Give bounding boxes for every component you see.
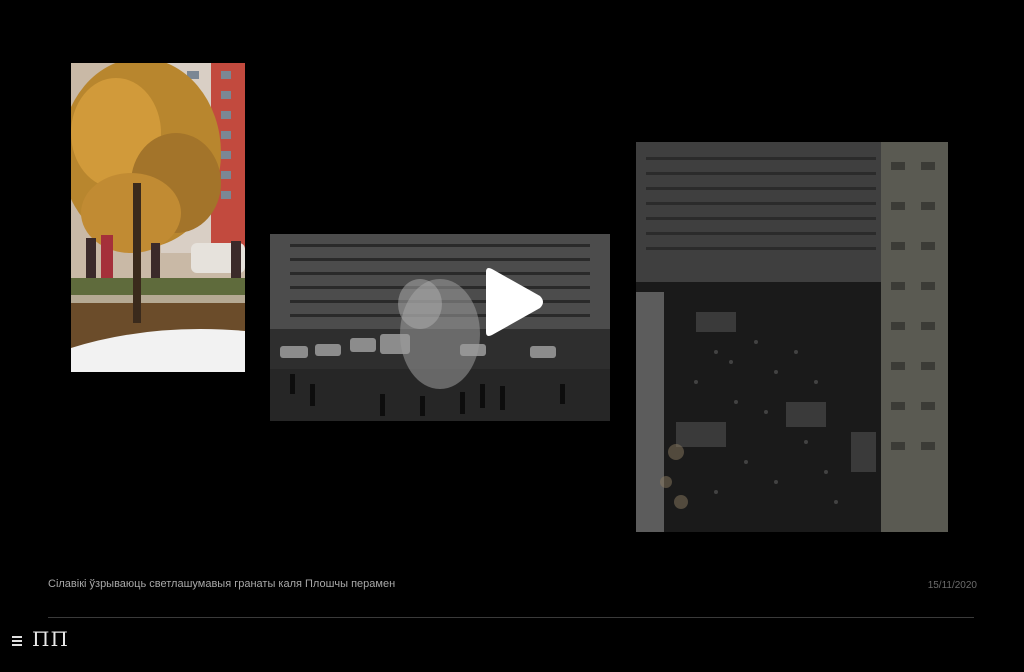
play-icon — [486, 268, 543, 336]
video-gallery: Сілавікі ўзрываюць светлашумавыя гранаты… — [0, 0, 1024, 672]
video-date: 15/11/2020 — [927, 580, 977, 591]
thumbnail-smoke-courtyard-image — [270, 234, 610, 421]
hamburger-menu-icon[interactable] — [12, 636, 24, 646]
thumbnail-aerial-crowd-image — [636, 142, 948, 532]
divider — [48, 617, 974, 618]
thumbnail-smoke-courtyard[interactable] — [270, 234, 610, 421]
footer-bar: ПП — [12, 626, 69, 652]
site-logo[interactable]: ПП — [32, 627, 69, 651]
thumbnail-autumn-tree-image — [71, 63, 245, 372]
thumbnail-autumn-tree[interactable] — [71, 63, 245, 372]
video-caption: Сілавікі ўзрываюць светлашумавыя гранаты… — [48, 578, 396, 590]
play-button[interactable] — [472, 262, 552, 342]
thumbnail-aerial-crowd[interactable] — [636, 142, 948, 532]
